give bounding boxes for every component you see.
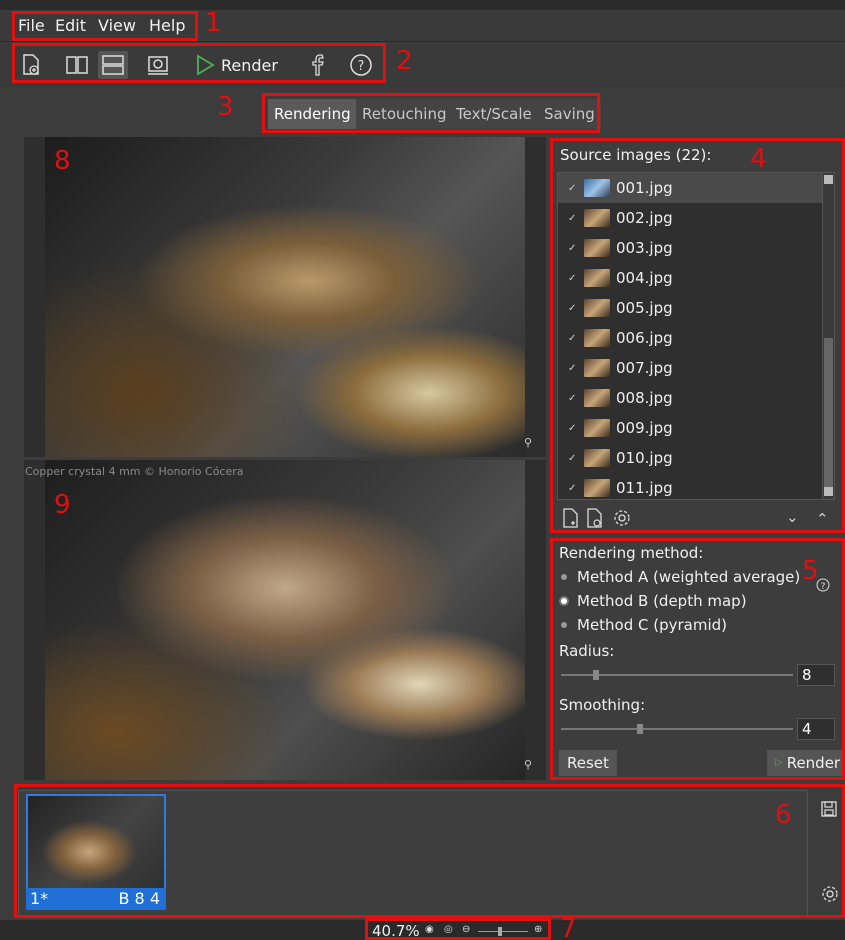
annotation-box-6 <box>14 784 845 918</box>
watermark-text: Copper crystal 4 mm © Honorio Cócera <box>25 465 244 478</box>
annotation-box-5 <box>550 538 845 780</box>
annotation-number-6: 6 <box>775 800 792 830</box>
source-preview-image[interactable] <box>45 137 525 457</box>
annotation-number-2: 2 <box>396 46 413 76</box>
annotation-box-3 <box>262 93 600 133</box>
annotation-box-4 <box>550 138 845 533</box>
annotation-number-9: 9 <box>54 490 71 520</box>
annotation-number-8: 8 <box>54 146 71 176</box>
result-preview-image[interactable] <box>45 460 525 780</box>
annotation-box-1 <box>12 11 198 41</box>
zoom-magnifier-icon-bottom[interactable]: ⚲ <box>524 758 532 771</box>
annotation-box-7 <box>365 918 551 940</box>
annotation-number-3: 3 <box>217 92 234 122</box>
zoom-magnifier-icon[interactable]: ⚲ <box>524 436 532 449</box>
annotation-number-5: 5 <box>802 556 819 586</box>
title-strip <box>0 0 845 10</box>
annotation-number-7: 7 <box>560 914 577 940</box>
annotation-number-4: 4 <box>750 144 767 174</box>
annotation-box-2 <box>12 43 386 83</box>
annotation-number-1: 1 <box>205 8 222 38</box>
